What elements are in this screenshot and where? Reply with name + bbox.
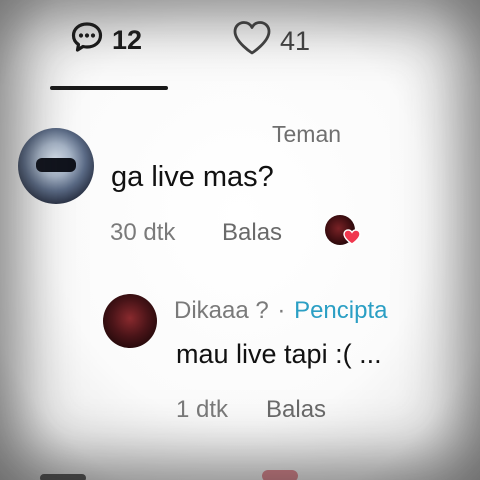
partial-avatar — [40, 474, 86, 480]
reply-button[interactable]: Balas — [222, 219, 282, 247]
comments-count: 12 — [112, 25, 143, 55]
next-comment-partial — [0, 468, 480, 480]
app-screen: 12 41 Teman ga live mas? 30 dtk Balas Di… — [0, 0, 480, 480]
reply-timestamp: 1 dtk — [176, 396, 229, 423]
partial-badge — [262, 470, 298, 480]
avatar[interactable] — [18, 128, 94, 204]
likes-count: 41 — [280, 26, 311, 56]
comment-timestamp: 30 dtk — [110, 219, 176, 246]
heart-outline-icon — [232, 20, 272, 63]
separator: · — [277, 297, 286, 324]
creator-badge: Pencipta — [294, 297, 388, 324]
creator-heart-icon — [343, 229, 361, 250]
friend-tag: Teman — [272, 121, 342, 147]
reply-text: mau live tapi :( ... — [176, 339, 382, 369]
active-tab-indicator — [50, 86, 168, 90]
comment-text: ga live mas? — [111, 161, 274, 193]
comment-bubble-icon — [70, 20, 104, 61]
creator-liked-indicator — [325, 215, 361, 251]
tab-likes[interactable]: 41 — [232, 20, 310, 63]
creator-avatar[interactable] — [103, 294, 157, 348]
author-name[interactable]: Dikaaa ? — [174, 297, 269, 324]
tab-comments[interactable]: 12 — [70, 20, 142, 61]
reply-button[interactable]: Balas — [266, 396, 326, 424]
reply-author-row: Dikaaa ? · Pencipta — [174, 297, 387, 325]
